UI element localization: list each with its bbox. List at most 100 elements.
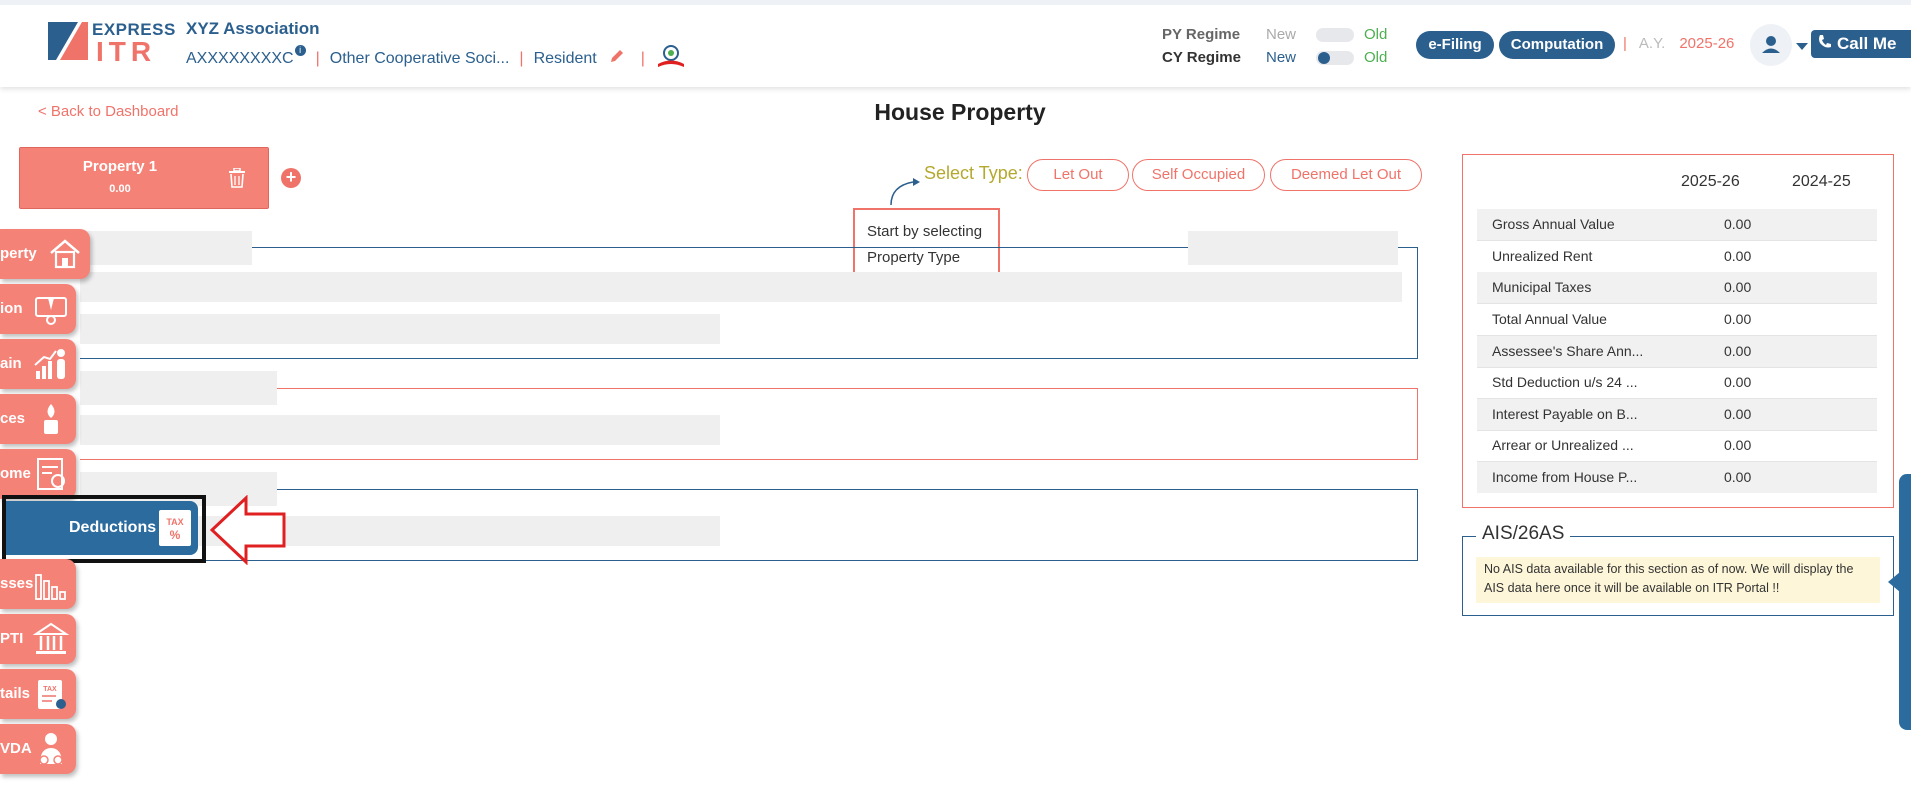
summary-row-label: Arrear or Unrealized ... xyxy=(1492,437,1634,453)
nav-tab-label: perty xyxy=(0,245,37,262)
summary-row-label: Income from House P... xyxy=(1492,469,1638,485)
skeleton-label xyxy=(1188,231,1398,265)
let-out-button[interactable]: Let Out xyxy=(1027,159,1129,191)
tax-clipboard-icon: TAX xyxy=(32,675,70,713)
nav-tab-other-sources[interactable]: ces xyxy=(0,394,76,444)
summary-row-label: Std Deduction u/s 24 ... xyxy=(1492,374,1638,390)
info-icon[interactable]: i xyxy=(294,45,306,56)
py-regime-label: PY Regime xyxy=(1162,26,1241,43)
call-me-button[interactable]: Call Me xyxy=(1811,30,1911,58)
summary-row: Gross Annual Value 0.00 xyxy=(1477,209,1877,241)
nav-tab-losses[interactable]: sses xyxy=(0,559,76,609)
deemed-let-out-button[interactable]: Deemed Let Out xyxy=(1270,159,1422,191)
user-avatar[interactable] xyxy=(1750,24,1792,66)
summary-row: Municipal Taxes 0.00 xyxy=(1477,272,1877,304)
divider: | xyxy=(1623,35,1627,52)
computation-button[interactable]: Computation xyxy=(1499,31,1615,59)
py-regime-switch[interactable] xyxy=(1316,28,1354,43)
client-info-row: AXXXXXXXXC i | Other Cooperative Soci...… xyxy=(186,43,687,74)
summary-row-value: 0.00 xyxy=(1724,216,1752,232)
summary-col-current: 2025-26 xyxy=(1681,173,1740,190)
property-card-title: Property 1 xyxy=(82,158,158,175)
svg-text:TAX: TAX xyxy=(43,686,57,693)
side-drawer-handle[interactable] xyxy=(1899,474,1911,730)
nav-tab-salary[interactable]: ion xyxy=(0,284,76,334)
nav-tab-total-income[interactable]: ome xyxy=(0,449,76,499)
cy-regime-toggle[interactable]: CY Regime New Old xyxy=(1162,49,1387,66)
nav-tab-vda[interactable]: VDA xyxy=(0,724,76,774)
skeleton-field xyxy=(80,415,720,445)
summary-row-label: Gross Annual Value xyxy=(1492,216,1615,232)
nav-tab-label: sses xyxy=(0,575,34,592)
select-type-label: Select Type: xyxy=(924,163,1023,183)
call-me-label: Call Me xyxy=(1837,34,1897,53)
emblem-icon xyxy=(655,43,687,74)
summary-col-previous: 2024-25 xyxy=(1792,173,1851,190)
self-occupied-button[interactable]: Self Occupied xyxy=(1132,159,1265,191)
ais-message: No AIS data available for this section a… xyxy=(1476,557,1880,603)
nav-tab-deductions[interactable]: Deductions TAX% xyxy=(6,501,198,555)
tooltip-line-1: Start by selecting xyxy=(867,223,983,240)
ais-title: AIS/26AS xyxy=(1476,523,1571,545)
summary-row-label: Interest Payable on B... xyxy=(1492,406,1638,422)
express-itr-logo[interactable] xyxy=(48,20,88,62)
pointer-arrow-icon xyxy=(887,178,927,211)
edit-pencil-icon[interactable] xyxy=(609,48,625,69)
property-card-value: 0.00 xyxy=(109,183,131,195)
chevron-left-icon[interactable] xyxy=(1888,572,1900,597)
nav-tab-label: tails xyxy=(0,685,31,702)
summary-row: Total Annual Value 0.00 xyxy=(1477,304,1877,336)
svg-text:TAX: TAX xyxy=(166,517,183,527)
py-new-label: New xyxy=(1266,26,1297,43)
nav-tab-pti[interactable]: PTI xyxy=(0,614,76,664)
skeleton-label xyxy=(80,371,277,405)
nav-tab-label: VDA xyxy=(0,740,32,757)
pointer-arrow-icon xyxy=(209,494,286,570)
toggle-knob xyxy=(1318,52,1330,65)
skeleton-label xyxy=(80,231,252,265)
logo-text-itr: ITR xyxy=(96,36,157,67)
summary-row: Assessee's Share Ann... 0.00 xyxy=(1477,336,1877,368)
summary-row: Income from House P... 0.00 xyxy=(1477,462,1877,493)
add-property-icon[interactable]: + xyxy=(281,168,301,188)
salary-icon xyxy=(32,290,70,328)
summary-row-value: 0.00 xyxy=(1724,343,1752,359)
nav-tab-label: ces xyxy=(0,410,26,427)
entity-type: Other Cooperative Soci... xyxy=(329,49,510,67)
phone-icon xyxy=(1817,31,1833,59)
trash-icon[interactable] xyxy=(228,167,246,193)
skeleton-field xyxy=(80,272,1402,302)
summary-row: Arrear or Unrealized ... 0.00 xyxy=(1477,430,1877,462)
nav-tab-label: PTI xyxy=(0,630,24,647)
py-regime-toggle[interactable]: PY Regime New Old xyxy=(1162,26,1387,43)
summary-row-value: 0.00 xyxy=(1724,469,1752,485)
chevron-down-icon[interactable] xyxy=(1796,38,1808,56)
summary-row-label: Unrealized Rent xyxy=(1492,248,1593,264)
summary-row: Std Deduction u/s 24 ... 0.00 xyxy=(1477,367,1877,399)
summary-row-value: 0.00 xyxy=(1724,437,1752,453)
summary-row-label: Municipal Taxes xyxy=(1492,279,1592,295)
residency-status: Resident xyxy=(533,49,597,67)
capital-gain-icon xyxy=(32,345,70,383)
e-filing-button[interactable]: e-Filing xyxy=(1416,31,1494,59)
summary-row-label: Assessee's Share Ann... xyxy=(1492,343,1644,359)
nav-tab-label: ome xyxy=(0,465,31,482)
other-sources-icon xyxy=(32,400,70,438)
cy-regime-switch[interactable] xyxy=(1316,51,1354,66)
losses-chart-icon xyxy=(32,565,70,603)
summary-row-value: 0.00 xyxy=(1724,374,1752,390)
organization-name: XYZ Association xyxy=(186,19,320,38)
nav-tab-tax-details[interactable]: tails TAX xyxy=(0,669,76,719)
page-title: House Property xyxy=(874,99,1046,125)
cy-regime-label: CY Regime xyxy=(1162,49,1241,66)
nav-tab-house-property[interactable]: perty xyxy=(0,229,90,279)
nav-tab-label: ain xyxy=(0,355,22,372)
summary-row-label: Total Annual Value xyxy=(1492,311,1607,327)
summary-row: Unrealized Rent 0.00 xyxy=(1477,241,1877,273)
nav-tab-capital-gain[interactable]: ain xyxy=(0,339,76,389)
tax-percent-icon: TAX% xyxy=(155,508,195,548)
summary-row: Interest Payable on B... 0.00 xyxy=(1477,399,1877,431)
tax-document-icon xyxy=(32,455,70,493)
assessment-year[interactable]: | A.Y. 2025-26 xyxy=(1623,35,1734,52)
nav-tab-label: ion xyxy=(0,300,23,317)
